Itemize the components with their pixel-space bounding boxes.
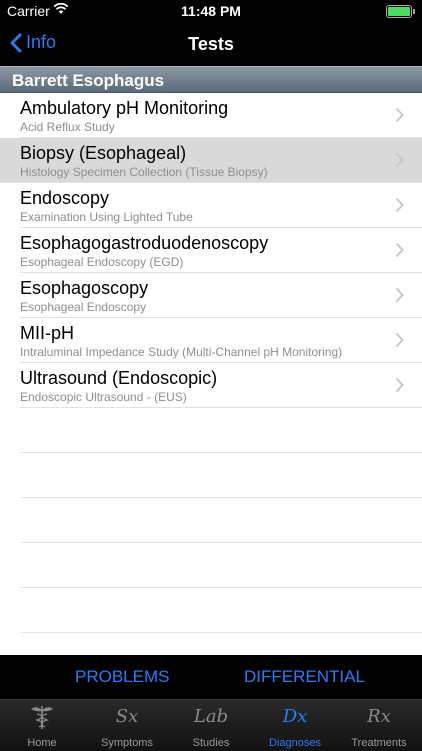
chevron-right-icon: [395, 287, 404, 303]
list-item[interactable]: Ambulatory pH Monitoring Acid Reflux Stu…: [20, 93, 422, 138]
tests-list: Ambulatory pH Monitoring Acid Reflux Stu…: [0, 93, 422, 655]
tab-diagnoses[interactable]: Dx Diagnoses: [253, 704, 337, 749]
list-item[interactable]: Endoscopy Examination Using Lighted Tube: [20, 183, 422, 228]
empty-row: [20, 453, 422, 498]
tab-studies[interactable]: Lab Studies: [169, 704, 253, 749]
bottom-action-bar: PROBLEMS DIFFERENTIAL: [0, 655, 422, 699]
row-subtitle: Acid Reflux Study: [20, 120, 115, 134]
row-title: Ultrasound (Endoscopic): [20, 368, 218, 388]
row-subtitle: Intraluminal Impedance Study (Multi-Chan…: [20, 345, 343, 359]
chevron-right-icon: [395, 152, 404, 168]
empty-row: [20, 543, 422, 588]
row-subtitle: Esophageal Endoscopy: [20, 300, 147, 314]
list-item[interactable]: Biopsy (Esophageal) Histology Specimen C…: [0, 138, 422, 183]
tab-treatments[interactable]: Rx Treatments: [337, 704, 421, 749]
studies-icon: Lab: [193, 706, 229, 727]
page-title: Tests: [188, 34, 234, 54]
row-title: Biopsy (Esophageal): [20, 143, 187, 163]
list-item[interactable]: MII-pH Intraluminal Impedance Study (Mul…: [20, 318, 422, 363]
row-subtitle: Histology Specimen Collection (Tissue Bi…: [20, 165, 268, 179]
list-item[interactable]: Esophagoscopy Esophageal Endoscopy: [20, 273, 422, 318]
row-title: Ambulatory pH Monitoring: [20, 98, 229, 118]
tab-label: Studies: [192, 737, 230, 749]
list-item[interactable]: Ultrasound (Endoscopic) Endoscopic Ultra…: [20, 363, 422, 408]
row-title: Esophagoscopy: [20, 278, 149, 298]
row-title: Esophagogastroduodenoscopy: [20, 233, 269, 253]
list-item[interactable]: Esophagogastroduodenoscopy Esophageal En…: [20, 228, 422, 273]
diagnoses-icon: Dx: [282, 706, 308, 727]
empty-row: [20, 498, 422, 543]
symptoms-icon: Sx: [115, 706, 139, 727]
treatments-icon: Rx: [367, 706, 391, 727]
row-subtitle: Esophageal Endoscopy (EGD): [20, 255, 184, 269]
tab-home[interactable]: Home: [0, 704, 84, 749]
chevron-right-icon: [395, 242, 404, 258]
chevron-right-icon: [395, 377, 404, 393]
row-title: MII-pH: [20, 323, 74, 343]
row-subtitle: Examination Using Lighted Tube: [20, 210, 193, 224]
clock: 11:48 PM: [181, 3, 241, 19]
empty-row: [20, 408, 422, 453]
problems-button[interactable]: PROBLEMS: [75, 667, 169, 687]
empty-row: [20, 588, 422, 633]
navigation-bar: Info Tests: [0, 22, 422, 66]
row-subtitle: Endoscopic Ultrasound - (EUS): [20, 390, 187, 404]
row-title: Endoscopy: [20, 188, 110, 208]
section-header: Barrett Esophagus: [0, 66, 422, 93]
chevron-right-icon: [395, 332, 404, 348]
tab-bar: Home Sx Symptoms Lab Studies Dx Diagnose…: [0, 699, 422, 751]
differential-button[interactable]: DIFFERENTIAL: [244, 667, 365, 687]
chevron-right-icon: [395, 197, 404, 213]
caduceus-icon: [0, 704, 84, 730]
tab-label: Diagnoses: [269, 737, 321, 749]
status-bar: Carrier 11:48 PM: [0, 0, 422, 22]
tab-label: Home: [27, 737, 57, 749]
tab-label: Symptoms: [101, 737, 153, 749]
battery-icon: [386, 5, 415, 18]
tab-symptoms[interactable]: Sx Symptoms: [85, 704, 169, 749]
chevron-right-icon: [395, 107, 404, 123]
tab-label: Treatments: [351, 737, 407, 749]
